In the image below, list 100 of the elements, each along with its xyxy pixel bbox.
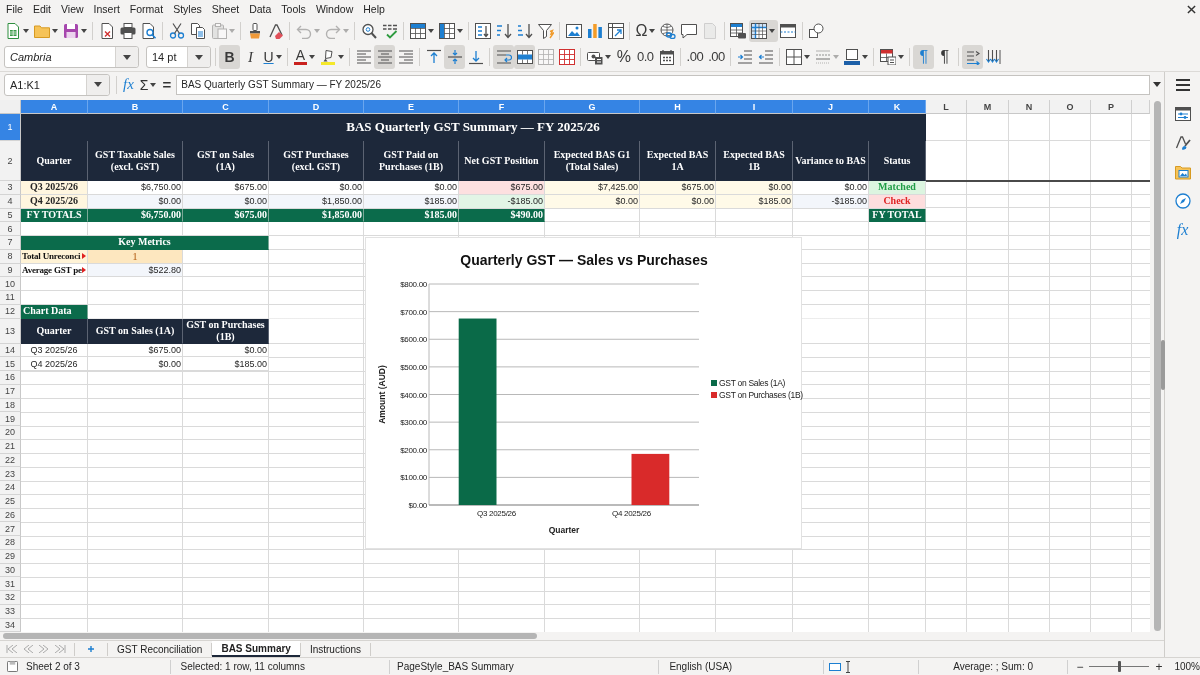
row-header[interactable]: 20: [0, 426, 21, 440]
slider-thumb[interactable]: [1117, 661, 1121, 672]
column-header[interactable]: A: [21, 100, 88, 114]
copy-icon: [189, 22, 206, 39]
row-header[interactable]: 6: [0, 222, 21, 236]
row-header[interactable]: 19: [0, 412, 21, 426]
row-header[interactable]: 3: [0, 181, 21, 195]
table-cell: Q3 2025/26: [21, 181, 88, 195]
close-document-button[interactable]: [1187, 4, 1196, 14]
split-cells-icon: [558, 49, 575, 65]
row-header[interactable]: 1: [0, 114, 21, 141]
column-header[interactable]: G: [545, 100, 640, 114]
column-header[interactable]: O: [1050, 100, 1091, 114]
font-color-button[interactable]: A: [291, 45, 318, 69]
axis-tick-label: Q3 2025/26: [477, 509, 516, 518]
row-header[interactable]: 23: [0, 467, 21, 481]
formula-button[interactable]: =: [159, 74, 175, 95]
row-header[interactable]: 16: [0, 371, 21, 385]
column-header[interactable]: I: [716, 100, 793, 114]
conditional-format-icon: [879, 49, 896, 65]
column-header[interactable]: K: [869, 100, 926, 114]
align-middle-icon: [446, 49, 463, 65]
column-header[interactable]: H: [640, 100, 716, 114]
column-header[interactable]: N: [1009, 100, 1050, 114]
row-header[interactable]: 31: [0, 577, 21, 591]
align-middle-button[interactable]: [444, 45, 466, 69]
resize-handle[interactable]: [1161, 340, 1165, 390]
column-header[interactable]: J: [793, 100, 869, 114]
name-box[interactable]: A1:K1: [4, 73, 110, 96]
number-button[interactable]: 0.0: [634, 45, 657, 69]
double-right-icon: [38, 645, 50, 653]
rtl-button[interactable]: ¶: [934, 45, 956, 69]
bold-button[interactable]: B: [219, 45, 240, 69]
formula-input[interactable]: BAS Quarterly GST Summary — FY 2025/26: [176, 74, 1150, 95]
underline-button[interactable]: U: [261, 45, 285, 69]
header-cell: GST on Sales (1A): [88, 318, 183, 344]
special-char-button[interactable]: Ω: [633, 19, 658, 42]
column-header[interactable]: F: [459, 100, 545, 114]
functions-button[interactable]: fx: [1170, 219, 1195, 241]
row-header[interactable]: 32: [0, 591, 21, 605]
dropdown-button[interactable]: [86, 74, 109, 95]
zoom-out-button[interactable]: −: [1074, 660, 1086, 673]
menu-item[interactable]: Sheet: [206, 1, 245, 17]
add-decimal-button[interactable]: .00: [684, 45, 706, 69]
function-wizard-button[interactable]: fx: [120, 74, 137, 95]
dropdown-button[interactable]: [115, 47, 138, 67]
menu-item[interactable]: Insert: [88, 1, 125, 17]
legend-label: GST on Sales (1A): [719, 378, 786, 388]
merge-center-button[interactable]: [514, 45, 536, 69]
menu-item[interactable]: Format: [124, 1, 169, 17]
column-header[interactable]: P: [1091, 100, 1132, 114]
row-header[interactable]: 2: [0, 141, 21, 181]
selection-info: Selected: 1 row, 11 columns: [180, 661, 305, 672]
text-ltr-button[interactable]: [962, 45, 984, 69]
sum-button[interactable]: Σ: [136, 74, 160, 95]
sheet-tab[interactable]: GST Reconciliation: [108, 641, 212, 657]
menu-item[interactable]: Edit: [27, 1, 56, 17]
menu-item[interactable]: Help: [358, 1, 390, 17]
spreadsheet-grid[interactable]: [0, 100, 1150, 632]
cell-text: Average GST pe: [22, 263, 82, 276]
menu-item[interactable]: Tools: [276, 1, 311, 17]
scrollbar-thumb[interactable]: [1153, 101, 1161, 631]
expand-button[interactable]: [1150, 82, 1164, 87]
header-cell: Net GST Position: [459, 141, 545, 181]
scrollbar-thumb[interactable]: [3, 633, 537, 639]
font-name-combobox[interactable]: Cambria: [4, 46, 139, 68]
percent-button[interactable]: %: [613, 45, 635, 69]
menu-item[interactable]: File: [1, 1, 28, 17]
column-header[interactable]: L: [926, 100, 967, 114]
row-header[interactable]: 10: [0, 277, 21, 291]
row-header[interactable]: 24: [0, 481, 21, 495]
legend-label: GST on Purchases (1B): [719, 390, 803, 400]
column-header[interactable]: B: [88, 100, 183, 114]
menu-item[interactable]: Styles: [168, 1, 207, 17]
menu-item[interactable]: Window: [310, 1, 359, 17]
column-header[interactable]: C: [183, 100, 269, 114]
zoom-in-button[interactable]: +: [1153, 660, 1165, 673]
row-header[interactable]: 27: [0, 522, 21, 536]
row-header[interactable]: 13: [0, 318, 21, 344]
sheet-tab[interactable]: BAS Summary: [212, 641, 300, 657]
delete-decimal-button[interactable]: .00: [705, 45, 728, 69]
text-cursor-icon[interactable]: [845, 660, 851, 673]
selection-mode-icon[interactable]: [829, 662, 841, 671]
sheet-tab[interactable]: Instructions: [300, 641, 371, 657]
skip-left-icon: [6, 645, 18, 653]
column-header[interactable]: M: [967, 100, 1009, 114]
freeze-button[interactable]: [748, 19, 778, 42]
column-header[interactable]: D: [269, 100, 364, 114]
row-header[interactable]: 15: [0, 357, 21, 371]
dropdown-button[interactable]: [187, 47, 210, 67]
row-header[interactable]: 11: [0, 291, 21, 305]
menu-item[interactable]: Data: [244, 1, 277, 17]
menu-item[interactable]: View: [56, 1, 89, 17]
font-size-combobox[interactable]: 14 pt: [146, 46, 211, 68]
plus-icon: [87, 645, 95, 653]
table-rows-icon: [409, 22, 426, 39]
column-header[interactable]: E: [364, 100, 459, 114]
italic-button[interactable]: I: [240, 45, 261, 69]
row-header[interactable]: 28: [0, 536, 21, 550]
row-header[interactable]: 7: [0, 236, 21, 250]
